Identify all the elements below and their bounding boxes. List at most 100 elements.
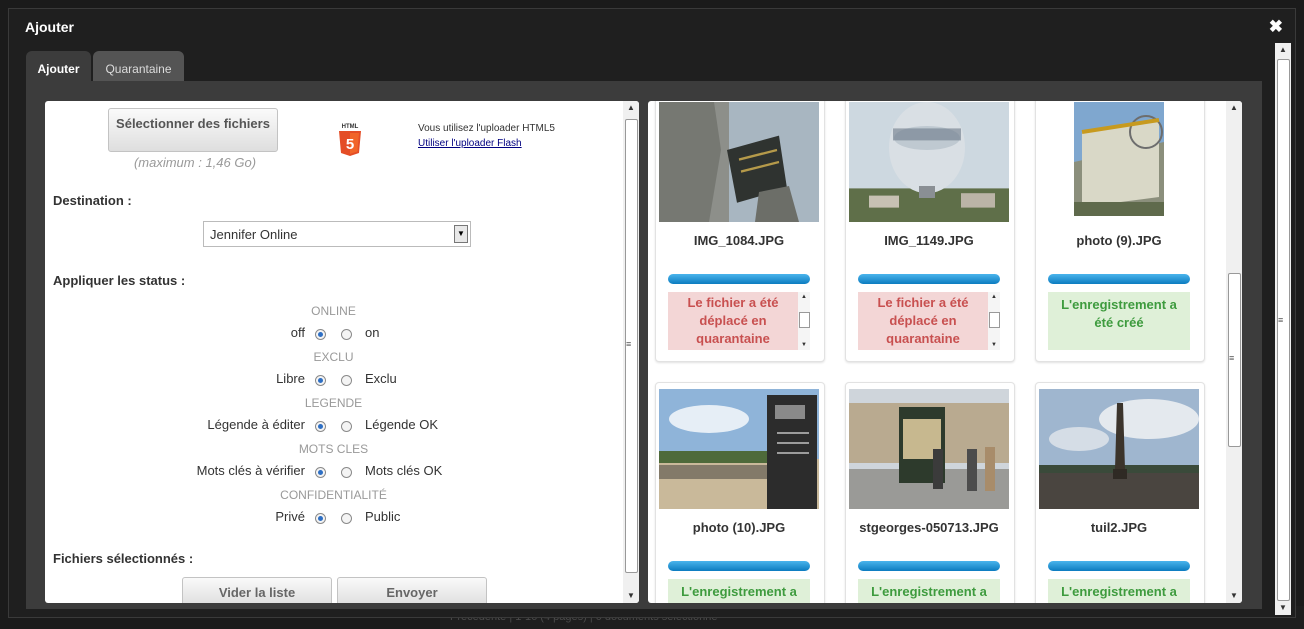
status-option-label: Public <box>365 509 401 524</box>
file-card: photo (9).JPG L'enregistrement a été cré… <box>1035 101 1205 362</box>
html5-logo-number: 5 <box>346 136 354 153</box>
send-button[interactable]: Envoyer <box>337 577 487 603</box>
scroll-grip-icon: ≡ <box>1229 353 1235 363</box>
scrollbar-thumb[interactable] <box>799 312 810 328</box>
radio-motscles-ok[interactable] <box>341 467 352 478</box>
radio-motscles-verifier[interactable] <box>315 467 326 478</box>
tab-quarantaine[interactable]: Quarantaine <box>93 51 184 81</box>
scroll-down-icon[interactable]: ▼ <box>798 341 810 349</box>
fence-thumbnail[interactable] <box>1074 102 1164 216</box>
upload-progress-bar <box>1048 561 1190 571</box>
status-label: Appliquer les status : <box>53 273 186 288</box>
scroll-down-icon[interactable]: ▼ <box>1226 589 1242 603</box>
scrollbar-thumb[interactable] <box>1277 59 1290 601</box>
status-option-label: off <box>290 325 305 340</box>
modal-title: Ajouter <box>25 19 74 35</box>
scrollbar-thumb[interactable] <box>989 312 1000 328</box>
status-group-title: ONLINE <box>311 304 356 318</box>
file-name: tuil2.JPG <box>1090 520 1148 535</box>
upload-settings-panel: Sélectionner des fichiers (maximum : 1,4… <box>45 101 639 603</box>
file-card: tuil2.JPG L'enregistrement a été créé <box>1035 382 1205 603</box>
status-group-title: MOTS CLES <box>298 442 369 456</box>
status-message-error: Le fichier a été déplacé en quarantaine … <box>668 292 810 350</box>
radio-online-off[interactable] <box>315 329 326 340</box>
message-scrollbar[interactable]: ▲ ▼ <box>988 292 1000 350</box>
close-icon[interactable]: ✖ <box>1269 18 1283 35</box>
status-message-text: Le fichier a été déplacé en quarantaine <box>877 295 969 346</box>
upload-progress-bar <box>668 274 810 284</box>
radio-confidentialite-prive[interactable] <box>315 513 326 524</box>
scroll-down-icon[interactable]: ▼ <box>623 589 639 603</box>
status-message-success: L'enregistrement a été créé <box>858 579 1000 603</box>
scroll-up-icon[interactable]: ▲ <box>988 293 1000 301</box>
upload-progress-bar <box>668 561 810 571</box>
scroll-grip-icon: ≡ <box>1278 315 1284 325</box>
status-message-error: Le fichier a été déplacé en quarantaine … <box>858 292 1000 350</box>
file-card: IMG_1084.JPG Le fichier a été déplacé en… <box>655 101 825 362</box>
radio-exclu-exclu[interactable] <box>341 375 352 386</box>
status-message-success: L'enregistrement a été créé <box>668 579 810 603</box>
status-option-label: Mots clés à vérifier <box>196 463 305 478</box>
max-size-note: (maximum : 1,46 Go) <box>133 155 257 170</box>
file-name: photo (9).JPG <box>1076 233 1162 248</box>
file-card: stgeorges-050713.JPG L'enregistrement a … <box>845 382 1015 603</box>
crowd-thumbnail[interactable] <box>659 389 819 509</box>
upload-progress-bar <box>1048 274 1190 284</box>
clear-list-button[interactable]: Vider la liste <box>182 577 332 603</box>
status-message-text: L'enregistrement a été créé <box>871 584 987 603</box>
status-message-text: L'enregistrement a été créé <box>681 584 797 603</box>
status-option-label: Mots clés OK <box>365 463 443 478</box>
kiosk-thumbnail[interactable] <box>849 389 1009 509</box>
obelisk-thumbnail[interactable] <box>1039 389 1199 509</box>
status-option-label: Privé <box>275 509 305 524</box>
status-group-title: EXCLU <box>313 350 354 364</box>
file-name: stgeorges-050713.JPG <box>859 520 999 535</box>
modal-scrollbar[interactable]: ▲ ≡ ▼ <box>1275 43 1291 615</box>
radio-online-on[interactable] <box>341 329 352 340</box>
scroll-down-icon[interactable]: ▼ <box>1275 601 1291 615</box>
status-option-label: Légende à éditer <box>207 417 305 432</box>
upload-progress-bar <box>858 274 1000 284</box>
html5-logo-icon: HTML 5 <box>339 124 361 156</box>
dropdown-arrow-icon[interactable]: ▼ <box>454 225 468 243</box>
select-files-button[interactable]: Sélectionner des fichiers <box>108 108 278 152</box>
destination-select[interactable]: Jennifer Online ▼ <box>203 221 471 247</box>
radio-legende-editer[interactable] <box>315 421 326 432</box>
balloon-thumbnail[interactable] <box>849 102 1009 222</box>
statue-thumbnail[interactable] <box>659 102 819 222</box>
left-panel-scrollbar[interactable]: ▲ ≡ ▼ <box>623 101 639 603</box>
file-card: IMG_1149.JPG Le fichier a été déplacé en… <box>845 101 1015 362</box>
status-option-label: on <box>365 325 380 340</box>
file-grid-scrollbar[interactable]: ▲ ≡ ▼ <box>1226 101 1242 603</box>
file-name: photo (10).JPG <box>692 520 786 535</box>
status-message-text: Le fichier a été déplacé en quarantaine <box>687 295 779 346</box>
scroll-up-icon[interactable]: ▲ <box>623 101 639 115</box>
status-message-success: L'enregistrement a été créé <box>1048 579 1190 603</box>
status-message-text: L'enregistrement a été créé <box>1061 297 1177 330</box>
status-option-label: Libre <box>276 371 305 386</box>
status-option-label: Exclu <box>365 371 397 386</box>
status-message-success: L'enregistrement a été créé <box>1048 292 1190 350</box>
tab-ajouter[interactable]: Ajouter <box>26 51 91 81</box>
file-card: photo (10).JPG L'enregistrement a été cr… <box>655 382 825 603</box>
status-message-text: L'enregistrement a été créé <box>1061 584 1177 603</box>
radio-legende-ok[interactable] <box>341 421 352 432</box>
file-name: IMG_1149.JPG <box>884 233 974 248</box>
scroll-grip-icon: ≡ <box>626 339 632 349</box>
flash-uploader-link[interactable]: Utiliser l'uploader Flash <box>418 138 522 149</box>
scroll-up-icon[interactable]: ▲ <box>1226 101 1242 115</box>
destination-value: Jennifer Online <box>210 227 298 242</box>
message-scrollbar[interactable]: ▲ ▼ <box>798 292 810 350</box>
add-modal: Ajouter ✖ ▲ ≡ ▼ Ajouter Quarantaine Séle… <box>8 8 1296 618</box>
radio-confidentialite-public[interactable] <box>341 513 352 524</box>
destination-label: Destination : <box>53 193 132 208</box>
scroll-up-icon[interactable]: ▲ <box>1275 43 1291 57</box>
scroll-down-icon[interactable]: ▼ <box>988 341 1000 349</box>
file-name: IMG_1084.JPG <box>693 233 785 248</box>
status-group-title: CONFIDENTIALITÉ <box>280 488 387 502</box>
html5-logo-label: HTML <box>342 124 359 130</box>
scroll-up-icon[interactable]: ▲ <box>798 293 810 301</box>
upload-progress-bar <box>858 561 1000 571</box>
radio-exclu-libre[interactable] <box>315 375 326 386</box>
uploader-info-text: Vous utilisez l'uploader HTML5 <box>418 123 555 134</box>
